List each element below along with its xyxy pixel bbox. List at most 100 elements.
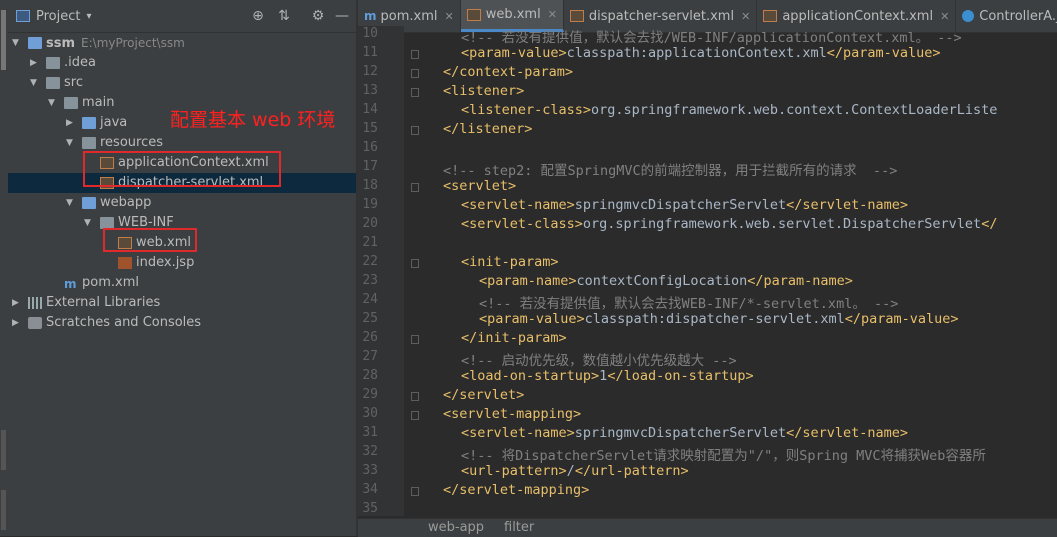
breadcrumb-item[interactable]: web-app bbox=[428, 520, 484, 535]
tree-item-label: src bbox=[64, 73, 83, 93]
code-open-tag: <listener-class> bbox=[461, 102, 592, 118]
close-icon[interactable]: ✕ bbox=[741, 10, 750, 23]
chevron-down-icon[interactable]: ▾ bbox=[86, 11, 91, 22]
code-comment: <!-- 若没有提供值，默认会去找/WEB-INF/applicationCon… bbox=[461, 30, 962, 46]
folder-icon bbox=[28, 37, 42, 49]
highlight-box-webxml bbox=[103, 228, 197, 252]
code-line: <!-- 启动优先级，数值越小优先级越大 --> bbox=[461, 349, 737, 369]
line-number: 30 bbox=[362, 406, 378, 421]
line-number: 13 bbox=[362, 83, 378, 98]
tree-item-name: Scratches and Consoles bbox=[46, 315, 202, 330]
line-number: 18 bbox=[362, 178, 378, 193]
favorites-tool-tab[interactable] bbox=[1, 490, 6, 530]
line-number: 23 bbox=[362, 273, 378, 288]
close-icon[interactable]: ✕ bbox=[548, 8, 557, 21]
code-line: <!-- step2: 配置SpringMVC的前端控制器，用于拦截所有的请求 … bbox=[443, 159, 897, 179]
tree-item-name: External Libraries bbox=[46, 295, 161, 310]
structure-tool-tab[interactable] bbox=[1, 430, 6, 470]
project-view-selector[interactable]: Project ▾ bbox=[8, 9, 92, 24]
tab-label: applicationContext.xml bbox=[782, 8, 934, 24]
fold-marker-icon[interactable] bbox=[411, 50, 419, 59]
code-open-tag: <url-pattern> bbox=[461, 463, 567, 479]
locate-icon[interactable]: ⊕ bbox=[249, 7, 267, 25]
chevron-right-icon[interactable]: ▶ bbox=[66, 113, 76, 133]
tree-item[interactable]: ▼ webapp bbox=[8, 193, 356, 213]
code-tag: </init-param> bbox=[461, 330, 567, 346]
fold-marker-icon[interactable] bbox=[411, 335, 419, 344]
line-gutter: 10 11 12 13 14 15 16 17 18 19 20 21 22 23 24 25 26 27 28 29… bbox=[358, 26, 419, 516]
code-close-tag: </param-value> bbox=[844, 311, 959, 327]
fold-marker-icon[interactable] bbox=[411, 259, 419, 268]
tree-item-name: pom.xml bbox=[82, 275, 139, 290]
project-title: Project bbox=[36, 8, 81, 24]
chevron-down-icon[interactable]: ▼ bbox=[30, 73, 40, 93]
code-line: </init-param> bbox=[461, 330, 567, 346]
tree-item[interactable]: m pom.xml bbox=[8, 273, 356, 293]
tree-item[interactable]: ▶ External Libraries bbox=[8, 293, 356, 313]
project-tool-tab[interactable] bbox=[1, 10, 6, 70]
code-close-tag: </load-on-startup> bbox=[607, 368, 754, 384]
tree-item[interactable]: ▼ ssm E:\myProject\ssm bbox=[8, 33, 356, 53]
tree-item-label: ssm E:\myProject\ssm bbox=[46, 33, 185, 54]
tab-label: web.xml bbox=[485, 7, 541, 22]
collapse-icon[interactable]: ⇅ bbox=[275, 7, 293, 25]
chevron-down-icon[interactable]: ▼ bbox=[66, 193, 76, 213]
tree-item-label: java bbox=[100, 113, 127, 133]
tab-label: dispatcher-servlet.xml bbox=[588, 8, 735, 24]
chevron-down-icon[interactable]: ▼ bbox=[66, 133, 76, 153]
code-value: org.springframework.web.servlet.Dispatch… bbox=[582, 216, 982, 232]
chevron-down-icon[interactable]: ▼ bbox=[48, 93, 58, 113]
fold-marker-icon[interactable] bbox=[411, 183, 419, 192]
code-line: <!-- 若没有提供值，默认会去找WEB-INF/*-servlet.xml。 … bbox=[479, 292, 898, 312]
line-number: 31 bbox=[362, 425, 378, 440]
tree-item[interactable]: ▶ Scratches and Consoles bbox=[8, 313, 356, 333]
chevron-right-icon[interactable]: ▶ bbox=[30, 53, 40, 73]
tree-item-name: .idea bbox=[64, 55, 96, 70]
code-line: <init-param> bbox=[461, 254, 559, 270]
code-line: <servlet-name>springmvcDispatcherServlet… bbox=[461, 425, 908, 441]
line-number: 12 bbox=[362, 64, 378, 79]
close-icon[interactable]: ✕ bbox=[940, 10, 949, 23]
xml-file-icon bbox=[466, 8, 481, 21]
tree-item[interactable]: index.jsp bbox=[8, 253, 356, 273]
tree-item-name: resources bbox=[100, 135, 164, 150]
tree-item[interactable]: ▼ src bbox=[8, 73, 356, 93]
fold-marker-icon[interactable] bbox=[411, 487, 419, 496]
code-close-tag: </servlet-name> bbox=[786, 425, 909, 441]
code-view[interactable]: 10 11 12 13 14 15 16 17 18 19 20 21 22 23 24 25 26 27 28 29… bbox=[358, 26, 1057, 516]
fold-marker-icon[interactable] bbox=[411, 69, 419, 78]
chevron-down-icon[interactable]: ▼ bbox=[12, 33, 22, 53]
code-tag: </context-param> bbox=[443, 64, 574, 80]
gear-icon[interactable]: ⚙ bbox=[309, 7, 327, 25]
code-line: <!-- 若没有提供值，默认会去找/WEB-INF/applicationCon… bbox=[461, 26, 962, 46]
code-line: <!-- 将DispatcherServlet请求映射配置为"/"，则Sprin… bbox=[461, 444, 986, 464]
breadcrumb-item[interactable]: filter bbox=[504, 520, 534, 535]
code-open-tag: <param-value> bbox=[461, 45, 567, 61]
code-line: </context-param> bbox=[443, 64, 573, 80]
folder-icon bbox=[46, 77, 60, 89]
chevron-right-icon[interactable]: ▶ bbox=[12, 293, 22, 313]
chevron-down-icon[interactable]: ▼ bbox=[84, 213, 94, 233]
code-open-tag: <param-value> bbox=[479, 311, 585, 327]
code-tag: <servlet> bbox=[443, 178, 517, 194]
close-icon[interactable]: ✕ bbox=[445, 10, 454, 23]
code-close-tag: </url-pattern> bbox=[574, 463, 689, 479]
fold-marker-icon[interactable] bbox=[411, 411, 419, 420]
project-panel: Project ▾ ⊕ ⇅ ⚙ — ▼ ssm E:\myProject\ssm ▶ .ide… bbox=[8, 0, 356, 536]
code-value: springmvcDispatcherServlet bbox=[574, 425, 787, 441]
fold-marker-icon[interactable] bbox=[411, 88, 419, 97]
hide-icon[interactable]: — bbox=[333, 7, 351, 25]
code-open-tag: <load-on-startup> bbox=[461, 368, 600, 384]
highlight-box-resources bbox=[83, 151, 281, 187]
line-number: 10 bbox=[362, 26, 378, 41]
tree-item[interactable]: ▶ .idea bbox=[8, 53, 356, 73]
fold-marker-icon[interactable] bbox=[411, 392, 419, 401]
code-value: / bbox=[566, 463, 575, 479]
fold-marker-icon[interactable] bbox=[411, 126, 419, 135]
editor-area: m pom.xml ✕ web.xml ✕ dispatcher-servlet.xml ✕… bbox=[358, 0, 1057, 537]
code-tag: <listener> bbox=[443, 83, 525, 99]
line-number: 27 bbox=[362, 349, 378, 364]
code-value: classpath:applicationContext.xml bbox=[566, 45, 827, 61]
chevron-right-icon[interactable]: ▶ bbox=[12, 313, 22, 333]
tree-item[interactable]: ▼ resources bbox=[8, 133, 356, 153]
